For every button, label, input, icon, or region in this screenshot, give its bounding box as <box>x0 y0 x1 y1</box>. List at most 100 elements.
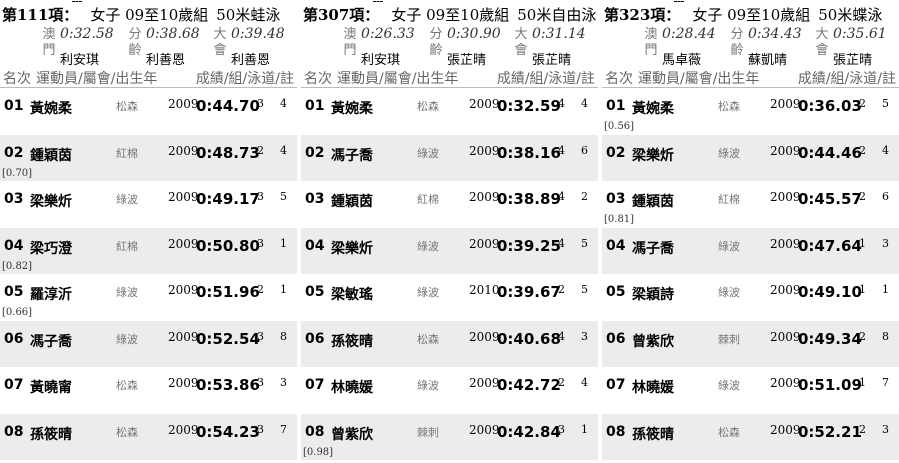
result-row: 07 林曉媛 綠波 2009 0:51.09 1 7 <box>602 367 899 413</box>
swimmer-name: 曾紫欣 <box>632 334 674 350</box>
event-title: 第307項： 女子 09至10歲組 50米自由泳 <box>303 4 596 25</box>
club: 綠波 <box>417 147 439 160</box>
heat: 1 <box>859 237 866 250</box>
rank: 03 <box>606 191 626 207</box>
lane: 8 <box>280 330 287 343</box>
club: 綠波 <box>417 240 439 253</box>
result-row: 02 鍾穎茵 紅棉 2009 0:48.73 2 4 [0.70] <box>0 135 297 181</box>
lane: 3 <box>280 376 287 389</box>
heat: 3 <box>558 423 565 436</box>
event-number: 第307項： <box>303 6 380 24</box>
lane: 4 <box>280 144 287 157</box>
swimmer-name: 梁穎詩 <box>632 287 674 303</box>
event-distance: 50米自由泳 <box>517 6 597 24</box>
birth-year: 2009 <box>770 190 801 204</box>
lane: 6 <box>581 144 588 157</box>
result-row: 07 林曉媛 綠波 2009 0:42.72 2 4 <box>301 367 598 413</box>
swimmer-name: 梁樂炘 <box>30 194 72 210</box>
rank: 07 <box>4 377 24 393</box>
birth-year: 2009 <box>469 423 500 437</box>
rank: 01 <box>305 98 325 114</box>
swimmer-name: 黃婉柔 <box>30 101 72 117</box>
record-label: 大會 <box>213 27 227 58</box>
lane: 4 <box>280 97 287 110</box>
result-row: 02 馮子喬 綠波 2009 0:38.16 4 6 <box>301 135 598 181</box>
swimmer-name: 鍾穎茵 <box>632 194 674 210</box>
result-time: 0:52.54 <box>196 330 260 348</box>
club: 松森 <box>718 100 740 113</box>
reaction-time: [0.70] <box>2 168 33 179</box>
record-time: 0:34.43 <box>748 26 802 42</box>
swimmer-name: 孫筱晴 <box>331 334 373 350</box>
result-time: 0:42.84 <box>497 423 561 441</box>
rank: 05 <box>305 284 325 300</box>
result-time: 0:53.86 <box>196 376 260 394</box>
result-time: 0:49.34 <box>798 330 862 348</box>
heat: 3 <box>257 423 264 436</box>
header-swimmer: 運動員/屬會/出生年 <box>638 71 760 87</box>
swimmer-name: 馮子喬 <box>331 148 373 164</box>
birth-year: 2009 <box>770 144 801 158</box>
swimmer-name: 黃曉甯 <box>30 380 72 396</box>
heat: 3 <box>257 190 264 203</box>
result-time: 0:38.16 <box>497 144 561 162</box>
header-rank: 名次 <box>605 71 633 87</box>
swimmer-name: 黃婉柔 <box>632 101 674 117</box>
birth-year: 2009 <box>770 423 801 437</box>
result-time: 0:32.59 <box>497 97 561 115</box>
header-rank: 名次 <box>3 71 31 87</box>
club: 紅棉 <box>417 193 439 206</box>
header-swimmer: 運動員/屬會/出生年 <box>337 71 459 87</box>
club: 紅棉 <box>718 193 740 206</box>
result-time: 0:42.72 <box>497 376 561 394</box>
record-label: 澳門 <box>42 27 56 58</box>
result-time: 0:47.64 <box>798 237 862 255</box>
result-row: 01 黃婉柔 松森 2009 0:44.70 3 4 <box>0 88 297 134</box>
rank: 02 <box>305 145 325 161</box>
records-block: 澳門 0:32.58 利安琪 分齡 0:38.68 利善恩 大會 0:39.48 利善恩 <box>40 26 297 70</box>
rank: 02 <box>606 145 626 161</box>
birth-year: 2009 <box>168 190 199 204</box>
birth-year: 2010 <box>469 283 500 297</box>
record-time: 0:32.58 <box>60 26 114 42</box>
event-panel: 第111項： 女子 09至10歲組 50米蛙泳 澳門 0:32.58 利安琪 分齡 0:38.… <box>0 0 297 463</box>
event-title: 第323項： 女子 09至10歲組 50米蝶泳 <box>604 4 882 25</box>
lane: 4 <box>882 144 889 157</box>
club: 棘刺 <box>417 426 439 439</box>
heat: 2 <box>558 376 565 389</box>
heat: 3 <box>257 376 264 389</box>
header-result: 成績/組/泳道/註 <box>797 71 896 87</box>
heat: 2 <box>859 423 866 436</box>
swimmer-name: 梁巧澄 <box>30 241 72 257</box>
birth-year: 2009 <box>770 237 801 251</box>
rank: 07 <box>305 377 325 393</box>
lane: 1 <box>581 423 588 436</box>
result-row: 02 梁樂炘 綠波 2009 0:44.46 2 4 <box>602 135 899 181</box>
column-header: 名次 運動員/屬會/出生年 成績/組/泳道/註 <box>602 68 899 88</box>
birth-year: 2009 <box>168 423 199 437</box>
record-label: 分齡 <box>429 27 443 58</box>
birth-year: 2009 <box>469 237 500 251</box>
record-entry: 澳門 0:32.58 利安琪 <box>40 26 126 70</box>
heat: 2 <box>859 190 866 203</box>
event-panel: 第323項： 女子 09至10歲組 50米蝶泳 澳門 0:28.44 馬卓薇 分齡 0:34.… <box>602 0 899 463</box>
result-row: 05 梁敏瑤 綠波 2010 0:39.67 2 5 <box>301 274 598 320</box>
heat: 4 <box>558 190 565 203</box>
result-row: 03 梁樂炘 綠波 2009 0:49.17 3 5 <box>0 181 297 227</box>
birth-year: 2009 <box>770 97 801 111</box>
lane: 6 <box>882 190 889 203</box>
heat: 2 <box>257 144 264 157</box>
event-number: 第323項： <box>604 6 681 24</box>
divider <box>373 1 383 2</box>
header-rank: 名次 <box>304 71 332 87</box>
heat: 2 <box>859 330 866 343</box>
header-result: 成績/組/泳道/註 <box>496 71 595 87</box>
result-row: 05 梁穎詩 綠波 2009 0:49.10 1 1 <box>602 274 899 320</box>
birth-year: 2009 <box>770 376 801 390</box>
rank: 08 <box>305 424 325 440</box>
result-time: 0:48.73 <box>196 144 260 162</box>
result-row: 04 梁巧澄 紅棉 2009 0:50.80 3 1 [0.82] <box>0 228 297 274</box>
record-holder: 利善恩 <box>146 53 186 68</box>
result-row: 08 孫筱晴 松森 2009 0:54.23 3 7 <box>0 414 297 460</box>
column-header: 名次 運動員/屬會/出生年 成績/組/泳道/註 <box>301 68 598 88</box>
